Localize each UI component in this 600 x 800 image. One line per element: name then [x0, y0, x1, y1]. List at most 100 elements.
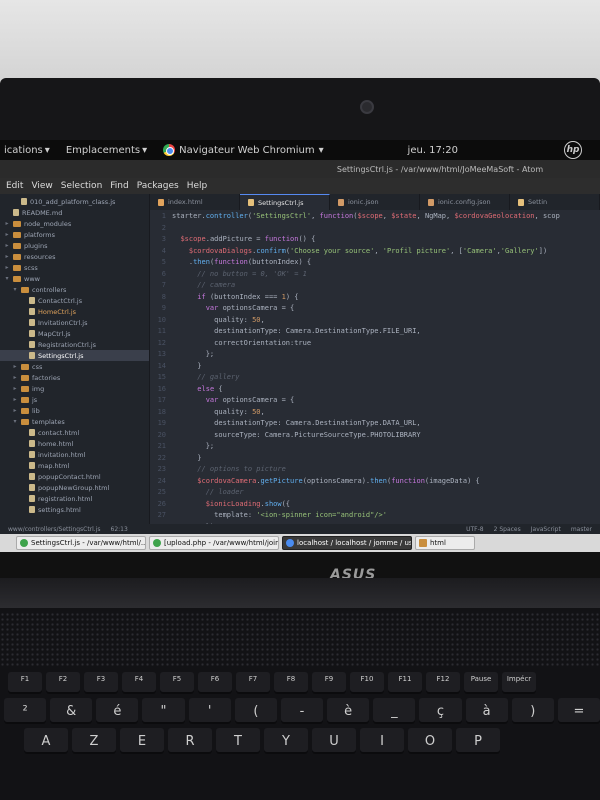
- editor-tab[interactable]: SettingsCtrl.js: [240, 194, 330, 210]
- key-row1[interactable]: ç: [419, 698, 462, 724]
- editor-tab[interactable]: index.html: [150, 194, 240, 210]
- menu-help[interactable]: Help: [187, 181, 208, 191]
- editor-tab[interactable]: ionic.config.json: [420, 194, 510, 210]
- taskbar-item[interactable]: localhost / localhost / jomme / us...: [282, 536, 412, 550]
- code-line: 16 else {: [150, 385, 600, 397]
- tree-file[interactable]: settings.html: [0, 504, 149, 515]
- key-e[interactable]: E: [120, 728, 164, 754]
- tree-folder[interactable]: ▸ factories: [0, 372, 149, 383]
- browser-menu[interactable]: Navigateur Web Chromium ▾: [163, 144, 324, 156]
- tree-folder[interactable]: ▾ www: [0, 273, 149, 284]
- tree-file[interactable]: map.html: [0, 460, 149, 471]
- clock[interactable]: jeu. 17:20: [408, 145, 458, 156]
- tree-file[interactable]: invitation.html: [0, 449, 149, 460]
- code-text: var optionsCamera = {: [205, 304, 295, 312]
- key-z[interactable]: Z: [72, 728, 116, 754]
- editor-tab[interactable]: Settin: [510, 194, 600, 210]
- tree-file[interactable]: contact.html: [0, 427, 149, 438]
- key-row1[interactable]: ": [142, 698, 185, 724]
- key-f11[interactable]: F11: [388, 672, 422, 694]
- key-f1[interactable]: F1: [8, 672, 42, 694]
- key-row1[interactable]: ': [188, 698, 231, 724]
- tree-folder[interactable]: ▸ lib: [0, 405, 149, 416]
- status-cursor-position[interactable]: 62:13: [111, 526, 128, 533]
- tree-file[interactable]: InvitationCtrl.js: [0, 317, 149, 328]
- code-line: 8 if (buttonIndex === 1) {: [150, 293, 600, 305]
- tree-file[interactable]: RegistrationCtrl.js: [0, 339, 149, 350]
- key-f12[interactable]: F12: [426, 672, 460, 694]
- menu-edit[interactable]: Edit: [6, 181, 23, 191]
- tree-folder[interactable]: ▸ plugins: [0, 240, 149, 251]
- tree-folder[interactable]: ▸ img: [0, 383, 149, 394]
- tree-file[interactable]: registration.html: [0, 493, 149, 504]
- key-f10[interactable]: F10: [350, 672, 384, 694]
- key-f5[interactable]: F5: [160, 672, 194, 694]
- key-o[interactable]: O: [408, 728, 452, 754]
- tree-file[interactable]: popupContact.html: [0, 471, 149, 482]
- menu-packages[interactable]: Packages: [137, 181, 179, 191]
- tree-folder[interactable]: ▸ node_modules: [0, 218, 149, 229]
- key-row1[interactable]: à: [465, 698, 508, 724]
- taskbar-item[interactable]: html: [415, 536, 475, 550]
- key-u[interactable]: U: [312, 728, 356, 754]
- key-t[interactable]: T: [216, 728, 260, 754]
- status-grammar[interactable]: JavaScript: [531, 526, 561, 533]
- tree-folder[interactable]: ▾ controllers: [0, 284, 149, 295]
- key-row1[interactable]: =: [557, 698, 600, 724]
- key-r[interactable]: R: [168, 728, 212, 754]
- taskbar-item[interactable]: SettingsCtrl.js - /var/www/html/...: [16, 536, 146, 550]
- line-number: 21: [157, 442, 166, 450]
- key-i[interactable]: I: [360, 728, 404, 754]
- tree-file[interactable]: SettingsCtrl.js: [0, 350, 149, 361]
- status-encoding[interactable]: UTF-8: [466, 526, 484, 533]
- key-row1[interactable]: ): [511, 698, 554, 724]
- tree-file[interactable]: ContactCtrl.js: [0, 295, 149, 306]
- tree-folder[interactable]: ▸ js: [0, 394, 149, 405]
- key-row1[interactable]: _: [373, 698, 416, 724]
- tree-file[interactable]: popupNewGroup.html: [0, 482, 149, 493]
- key-row1[interactable]: (: [234, 698, 277, 724]
- status-file-path[interactable]: www/controllers/SettingsCtrl.js: [8, 526, 101, 533]
- tree-folder[interactable]: ▸ resources: [0, 251, 149, 262]
- key-a[interactable]: A: [24, 728, 68, 754]
- key-f3[interactable]: F3: [84, 672, 118, 694]
- key-row1[interactable]: é: [96, 698, 139, 724]
- line-number: 24: [157, 476, 166, 485]
- key-p[interactable]: P: [456, 728, 500, 754]
- status-git-branch[interactable]: master: [571, 526, 592, 533]
- key-f8[interactable]: F8: [274, 672, 308, 694]
- key-f7[interactable]: F7: [236, 672, 270, 694]
- tree-folder[interactable]: ▾ templates: [0, 416, 149, 427]
- tree-folder[interactable]: ▸ scss: [0, 262, 149, 273]
- key-row1[interactable]: &: [50, 698, 93, 724]
- tree-folder[interactable]: ▸ platforms: [0, 229, 149, 240]
- tree-file[interactable]: home.html: [0, 438, 149, 449]
- editor-tab[interactable]: ionic.json: [330, 194, 420, 210]
- key-f4[interactable]: F4: [122, 672, 156, 694]
- key-y[interactable]: Y: [264, 728, 308, 754]
- status-indent[interactable]: 2 Spaces: [494, 526, 521, 533]
- menu-selection[interactable]: Selection: [61, 181, 102, 191]
- code-text: // no button = 0, 'OK' = 1: [172, 269, 307, 278]
- taskbar-item[interactable]: [upload.php - /var/www/html/join...: [149, 536, 279, 550]
- key-row1[interactable]: ²: [4, 698, 47, 724]
- key-pause[interactable]: Pause: [464, 672, 498, 694]
- key-f6[interactable]: F6: [198, 672, 232, 694]
- key-row1[interactable]: è: [327, 698, 370, 724]
- tree-file[interactable]: HomeCtrl.js: [0, 306, 149, 317]
- key-f9[interactable]: F9: [312, 672, 346, 694]
- code-area[interactable]: 1 starter.controller('SettingsCtrl', func…: [150, 210, 600, 524]
- tree-file[interactable]: MapCtrl.js: [0, 328, 149, 339]
- key-row1[interactable]: -: [280, 698, 324, 724]
- key-impécr[interactable]: Impécr: [502, 672, 536, 694]
- places-menu[interactable]: Emplacements ▾: [66, 145, 147, 156]
- menu-view[interactable]: View: [31, 181, 52, 191]
- tree-folder[interactable]: ▸ css: [0, 361, 149, 372]
- menu-find[interactable]: Find: [110, 181, 128, 191]
- key-f2[interactable]: F2: [46, 672, 80, 694]
- applications-menu[interactable]: ications ▾: [4, 145, 50, 156]
- webcam-icon: [360, 100, 374, 114]
- tree-file[interactable]: 010_add_platform_class.js: [0, 196, 149, 207]
- code-editor[interactable]: index.html SettingsCtrl.js ionic.json ionic…: [150, 194, 600, 524]
- tree-file[interactable]: README.md: [0, 207, 149, 218]
